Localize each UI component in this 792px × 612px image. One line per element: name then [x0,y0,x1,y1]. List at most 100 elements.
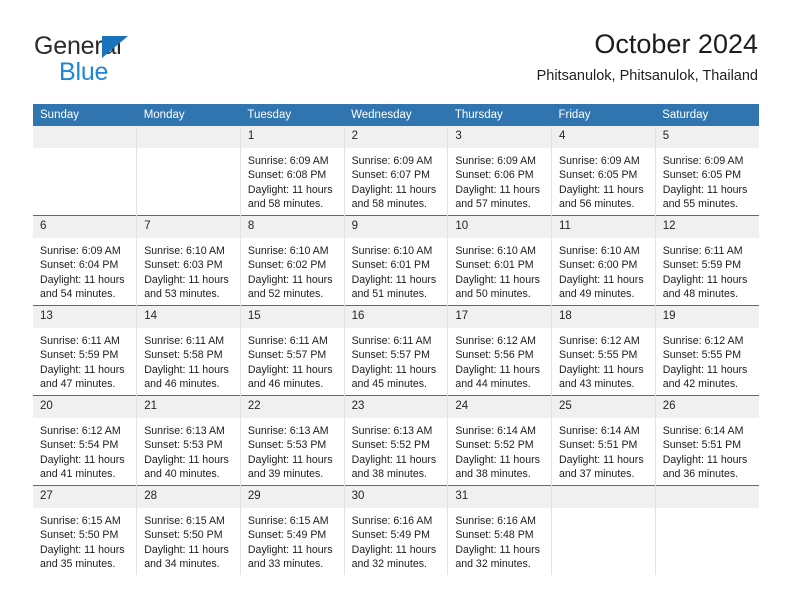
day-detail: Sunrise: 6:16 AM Sunset: 5:48 PM Dayligh… [455,515,540,571]
day-detail: Sunrise: 6:09 AM Sunset: 6:06 PM Dayligh… [455,155,540,211]
day-cell[interactable]: 19 Sunrise: 6:12 AM Sunset: 5:55 PM Dayl… [654,305,759,396]
day-cell[interactable]: 18 Sunrise: 6:12 AM Sunset: 5:55 PM Dayl… [551,305,656,396]
day-cell[interactable]: 23 Sunrise: 6:13 AM Sunset: 5:52 PM Dayl… [343,395,448,486]
day-detail: Sunrise: 6:13 AM Sunset: 5:52 PM Dayligh… [351,425,437,481]
logo-triangle-icon [102,36,128,58]
page-subtitle: Phitsanulok, Phitsanulok, Thailand [536,68,758,84]
day-number: 27 [33,486,137,508]
day-cell[interactable]: 25 Sunrise: 6:14 AM Sunset: 5:51 PM Dayl… [551,395,656,486]
day-number: 30 [344,486,448,508]
day-detail: Sunrise: 6:10 AM Sunset: 6:02 PM Dayligh… [247,245,333,301]
day-number: 3 [448,126,552,148]
day-cell[interactable]: 16 Sunrise: 6:11 AM Sunset: 5:57 PM Dayl… [343,305,448,396]
day-cell[interactable]: 6 Sunrise: 6:09 AM Sunset: 6:04 PM Dayli… [33,215,137,306]
day-cell[interactable]: 30 Sunrise: 6:16 AM Sunset: 5:49 PM Dayl… [343,485,448,575]
day-cell[interactable]: 4 Sunrise: 6:09 AM Sunset: 6:05 PM Dayli… [551,126,656,216]
day-cell[interactable]: 22 Sunrise: 6:13 AM Sunset: 5:53 PM Dayl… [239,395,345,486]
day-number: 16 [344,306,448,328]
day-cell[interactable]: 10 Sunrise: 6:10 AM Sunset: 6:01 PM Dayl… [447,215,552,306]
day-cell[interactable]: 31 Sunrise: 6:16 AM Sunset: 5:48 PM Dayl… [447,485,552,575]
day-detail: Sunrise: 6:09 AM Sunset: 6:08 PM Dayligh… [247,155,333,211]
day-detail [137,148,240,154]
day-number: 26 [655,396,759,418]
day-detail: Sunrise: 6:09 AM Sunset: 6:05 PM Dayligh… [662,155,748,211]
day-number: 24 [448,396,552,418]
day-number [137,126,240,148]
day-number: 1 [240,126,344,148]
weekday-header-tuesday: Tuesday [240,104,345,126]
day-number: 6 [33,216,137,238]
day-number: 11 [552,216,655,238]
day-cell[interactable]: 26 Sunrise: 6:14 AM Sunset: 5:51 PM Dayl… [654,395,759,486]
day-number: 2 [344,126,448,148]
day-cell[interactable]: 9 Sunrise: 6:10 AM Sunset: 6:01 PM Dayli… [343,215,448,306]
day-cell[interactable] [654,485,759,575]
weekday-header-thursday: Thursday [447,104,552,126]
day-detail: Sunrise: 6:10 AM Sunset: 6:03 PM Dayligh… [144,245,229,301]
day-cell[interactable]: 29 Sunrise: 6:15 AM Sunset: 5:49 PM Dayl… [239,485,345,575]
day-detail: Sunrise: 6:11 AM Sunset: 5:59 PM Dayligh… [662,245,748,301]
calendar-week-row: 1 Sunrise: 6:09 AM Sunset: 6:08 PM Dayli… [33,126,759,216]
day-detail: Sunrise: 6:15 AM Sunset: 5:49 PM Dayligh… [247,515,333,571]
day-detail: Sunrise: 6:12 AM Sunset: 5:56 PM Dayligh… [455,335,540,391]
day-number: 9 [344,216,448,238]
day-detail: Sunrise: 6:11 AM Sunset: 5:58 PM Dayligh… [144,335,229,391]
day-number: 14 [137,306,240,328]
day-detail: Sunrise: 6:09 AM Sunset: 6:05 PM Dayligh… [559,155,644,211]
day-cell[interactable]: 13 Sunrise: 6:11 AM Sunset: 5:59 PM Dayl… [33,305,137,396]
day-detail: Sunrise: 6:09 AM Sunset: 6:04 PM Dayligh… [40,245,125,301]
day-cell[interactable]: 11 Sunrise: 6:10 AM Sunset: 6:00 PM Dayl… [551,215,656,306]
day-cell[interactable]: 20 Sunrise: 6:12 AM Sunset: 5:54 PM Dayl… [33,395,137,486]
day-detail [33,148,136,154]
weekday-header-saturday: Saturday [655,104,759,126]
day-number: 10 [448,216,552,238]
day-cell[interactable] [136,126,241,216]
weekday-header-wednesday: Wednesday [344,104,448,126]
weekday-header-monday: Monday [136,104,241,126]
day-cell[interactable]: 14 Sunrise: 6:11 AM Sunset: 5:58 PM Dayl… [136,305,241,396]
day-detail: Sunrise: 6:12 AM Sunset: 5:55 PM Dayligh… [559,335,644,391]
day-cell[interactable]: 8 Sunrise: 6:10 AM Sunset: 6:02 PM Dayli… [239,215,345,306]
page-title: October 2024 [594,29,758,59]
sunrise-sunset-calendar: Sunday Monday Tuesday Wednesday Thursday… [33,104,759,575]
day-number: 22 [240,396,344,418]
day-number: 12 [655,216,759,238]
calendar-week-row: 20 Sunrise: 6:12 AM Sunset: 5:54 PM Dayl… [33,395,759,486]
day-cell[interactable]: 7 Sunrise: 6:10 AM Sunset: 6:03 PM Dayli… [136,215,241,306]
title-block: October 2024 Phitsanulok, Phitsanulok, T… [537,28,758,87]
day-cell[interactable] [551,485,656,575]
day-number: 25 [552,396,655,418]
page-header: General Blue October 2024 Phitsanulok, P… [34,28,758,98]
day-cell[interactable] [33,126,137,216]
weekday-header-sunday: Sunday [33,104,137,126]
day-number [655,486,759,508]
day-number: 15 [240,306,344,328]
calendar-week-row: 6 Sunrise: 6:09 AM Sunset: 6:04 PM Dayli… [33,215,759,306]
day-detail: Sunrise: 6:16 AM Sunset: 5:49 PM Dayligh… [351,515,437,571]
day-detail: Sunrise: 6:13 AM Sunset: 5:53 PM Dayligh… [247,425,333,481]
day-cell[interactable]: 5 Sunrise: 6:09 AM Sunset: 6:05 PM Dayli… [654,126,759,216]
day-cell[interactable]: 27 Sunrise: 6:15 AM Sunset: 5:50 PM Dayl… [33,485,137,575]
day-cell[interactable]: 12 Sunrise: 6:11 AM Sunset: 5:59 PM Dayl… [654,215,759,306]
day-detail: Sunrise: 6:10 AM Sunset: 6:01 PM Dayligh… [351,245,437,301]
day-detail: Sunrise: 6:12 AM Sunset: 5:55 PM Dayligh… [662,335,748,391]
day-detail: Sunrise: 6:11 AM Sunset: 5:57 PM Dayligh… [247,335,333,391]
day-cell[interactable]: 17 Sunrise: 6:12 AM Sunset: 5:56 PM Dayl… [447,305,552,396]
day-detail: Sunrise: 6:10 AM Sunset: 6:00 PM Dayligh… [559,245,644,301]
day-cell[interactable]: 15 Sunrise: 6:11 AM Sunset: 5:57 PM Dayl… [239,305,345,396]
day-number: 18 [552,306,655,328]
day-number: 19 [655,306,759,328]
day-cell[interactable]: 21 Sunrise: 6:13 AM Sunset: 5:53 PM Dayl… [136,395,241,486]
day-detail: Sunrise: 6:14 AM Sunset: 5:51 PM Dayligh… [662,425,748,481]
calendar-week-row: 13 Sunrise: 6:11 AM Sunset: 5:59 PM Dayl… [33,305,759,396]
day-cell[interactable]: 1 Sunrise: 6:09 AM Sunset: 6:08 PM Dayli… [239,126,345,216]
day-number: 23 [344,396,448,418]
day-cell[interactable]: 3 Sunrise: 6:09 AM Sunset: 6:06 PM Dayli… [447,126,552,216]
day-cell[interactable]: 2 Sunrise: 6:09 AM Sunset: 6:07 PM Dayli… [343,126,448,216]
day-detail: Sunrise: 6:11 AM Sunset: 5:57 PM Dayligh… [351,335,437,391]
logo-text-blue: Blue [59,58,109,86]
day-detail [656,508,759,514]
day-cell[interactable]: 24 Sunrise: 6:14 AM Sunset: 5:52 PM Dayl… [447,395,552,486]
day-cell[interactable]: 28 Sunrise: 6:15 AM Sunset: 5:50 PM Dayl… [136,485,241,575]
day-number: 17 [448,306,552,328]
